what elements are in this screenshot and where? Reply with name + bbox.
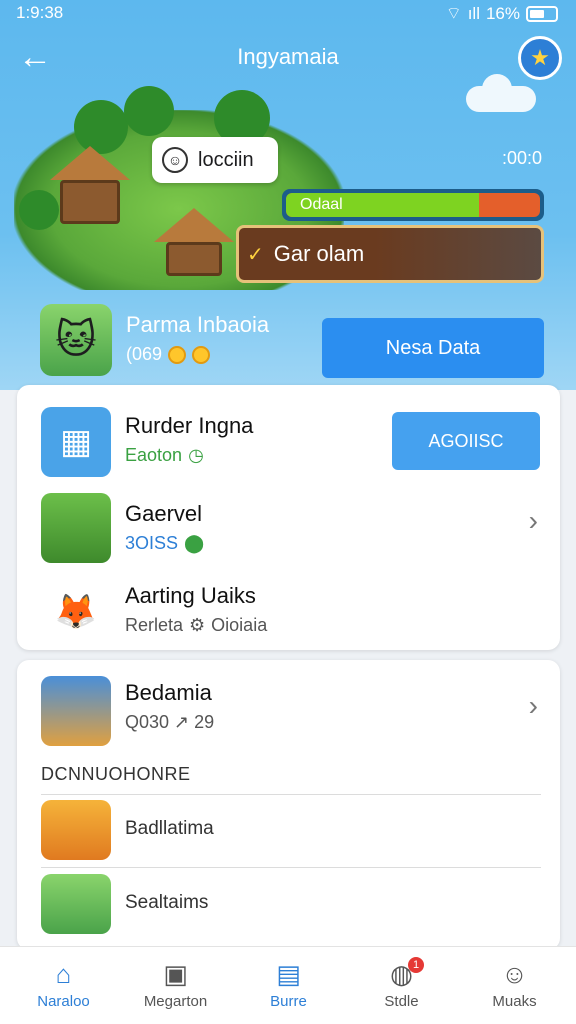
gear-icon: ⚙ <box>189 615 206 635</box>
achievement-badge[interactable]: ★ <box>518 36 562 80</box>
building-icon: ▦ <box>41 407 111 477</box>
tab-store[interactable]: ▣ Megarton <box>118 947 233 1024</box>
item-subtitle-text: 3OISS <box>125 533 179 553</box>
star-icon: ★ <box>530 45 550 70</box>
status-bar: 1:9:38 ⌔ ıll 16% <box>0 0 576 28</box>
tab-home[interactable]: ⌂ Naraloo <box>6 947 121 1024</box>
top-bar: ← Ingyamaia ★ <box>0 36 576 80</box>
item-title: Gaervel <box>125 501 203 526</box>
speech-bubble: ☺ locciin <box>152 137 278 183</box>
item-subtitle: Q030 ↗ 29 <box>125 712 215 732</box>
item-subtitle: 3OISS ⬤ <box>125 533 204 554</box>
divider <box>41 867 541 868</box>
item-subtitle-text-2: Oioiaia <box>211 615 268 635</box>
game-list-card: ▦ Rurder Ingna Eaoton ◷ AGOIISC Gaervel … <box>17 385 560 650</box>
item-title: Bedamia <box>125 680 212 705</box>
hut-roof <box>50 146 130 180</box>
tab-notifications[interactable]: ◍ 1 Stdle <box>344 947 459 1024</box>
battery-icon <box>526 5 558 22</box>
game-banner[interactable]: ✓ Gar olam <box>236 225 544 283</box>
item-title: Badllatima <box>125 818 214 839</box>
creature-icon: 🦊 <box>41 577 111 647</box>
tab-bag[interactable]: ▤ Burre <box>231 947 346 1024</box>
item-subtitle: Eaoton ◷ <box>125 445 204 466</box>
divider <box>41 794 541 795</box>
coin-icon <box>168 345 187 364</box>
home-icon: ⌂ <box>55 959 72 989</box>
chevron-right-icon[interactable]: › <box>529 505 538 537</box>
timer: :00:0 <box>501 148 542 168</box>
tree-decoration <box>124 86 174 136</box>
hut-building <box>166 242 222 276</box>
list-item[interactable]: Bedamia Q030 ↗ 29 <box>41 676 541 748</box>
section-label: DCNNUOHONRE <box>41 764 191 784</box>
chevron-right-icon[interactable]: › <box>529 690 538 722</box>
tree-decoration <box>19 190 59 230</box>
hut-roof <box>154 208 234 242</box>
cat-avatar-icon[interactable]: 🐱 <box>40 304 112 376</box>
status-icons: ⌔ ıll 16% <box>446 3 558 24</box>
item-subtitle: Rerleta ⚙ Oioiaia <box>125 615 267 636</box>
character-thumbnail-icon <box>41 874 111 934</box>
tab-bar: ⌂ Naraloo ▣ Megarton ▤ Burre ◍ 1 Stdle ☺… <box>0 946 576 1024</box>
profile-row: 🐱 Parma Inbaoia (069 Nesa Data <box>40 304 544 378</box>
list-item[interactable]: Badllatima <box>41 800 541 862</box>
character-thumbnail-icon <box>41 676 111 746</box>
status-time: 1:9:38 <box>16 3 64 22</box>
signal-icon: ıll <box>467 3 480 23</box>
battery-percent: 16% <box>485 3 520 23</box>
island-thumbnail-icon <box>41 493 111 563</box>
profile-name: Parma Inbaoia <box>126 312 270 337</box>
list-item[interactable]: 🦊 Aarting Uaiks Rerleta ⚙ Oioiaia <box>41 577 541 649</box>
list-item[interactable]: Gaervel 3OISS ⬤ <box>41 493 541 565</box>
bag-icon: ▤ <box>276 959 301 989</box>
tab-profile[interactable]: ☺ Muaks <box>457 947 572 1024</box>
new-data-button[interactable]: Nesa Data <box>322 318 544 378</box>
tab-label: Burre <box>270 993 307 1010</box>
progress-track: Odaal <box>286 193 540 217</box>
speech-text: locciin <box>198 148 254 171</box>
badge-icon: ⬤ <box>184 533 205 553</box>
list-item[interactable]: Sealtaims <box>41 874 541 936</box>
profile-stats: (069 <box>126 344 211 365</box>
coin-icon <box>192 345 211 364</box>
hut-building <box>60 180 120 224</box>
cloud-decoration <box>466 74 536 112</box>
store-icon: ▣ <box>163 959 188 989</box>
page-title: Ingyamaia <box>237 44 339 69</box>
tab-label: Naraloo <box>37 993 90 1010</box>
adjust-button[interactable]: AGOIISC <box>392 412 540 470</box>
smiley-icon: ☺ <box>162 147 188 173</box>
item-title: Aarting Uaiks <box>125 583 256 608</box>
profile-icon: ☺ <box>501 959 528 989</box>
progress-bar: Odaal <box>282 189 544 221</box>
collection-card: Bedamia Q030 ↗ 29 › DCNNUOHONRE Badllati… <box>17 660 560 950</box>
checkmark-icon: ✓ <box>247 243 264 266</box>
clock-icon: ◷ <box>188 445 204 465</box>
item-title: Sealtaims <box>125 892 209 913</box>
hero-banner: 1:9:38 ⌔ ıll 16% ← Ingyamaia ★ ☺ locciin… <box>0 0 576 390</box>
character-thumbnail-icon <box>41 800 111 860</box>
wifi-icon: ⌔ <box>445 4 462 23</box>
notification-badge: 1 <box>408 957 424 973</box>
game-banner-text: Gar olam <box>273 241 365 266</box>
item-subtitle-text: Eaoton <box>125 445 183 465</box>
item-title: Rurder Ingna <box>125 413 254 438</box>
tab-label: Megarton <box>143 993 208 1010</box>
tab-label: Muaks <box>492 993 537 1010</box>
progress-label: Odaal <box>300 196 343 213</box>
tab-label: Stdle <box>384 993 419 1010</box>
item-subtitle-text: Rerleta <box>125 615 184 635</box>
profile-stat-value: (069 <box>126 344 163 364</box>
